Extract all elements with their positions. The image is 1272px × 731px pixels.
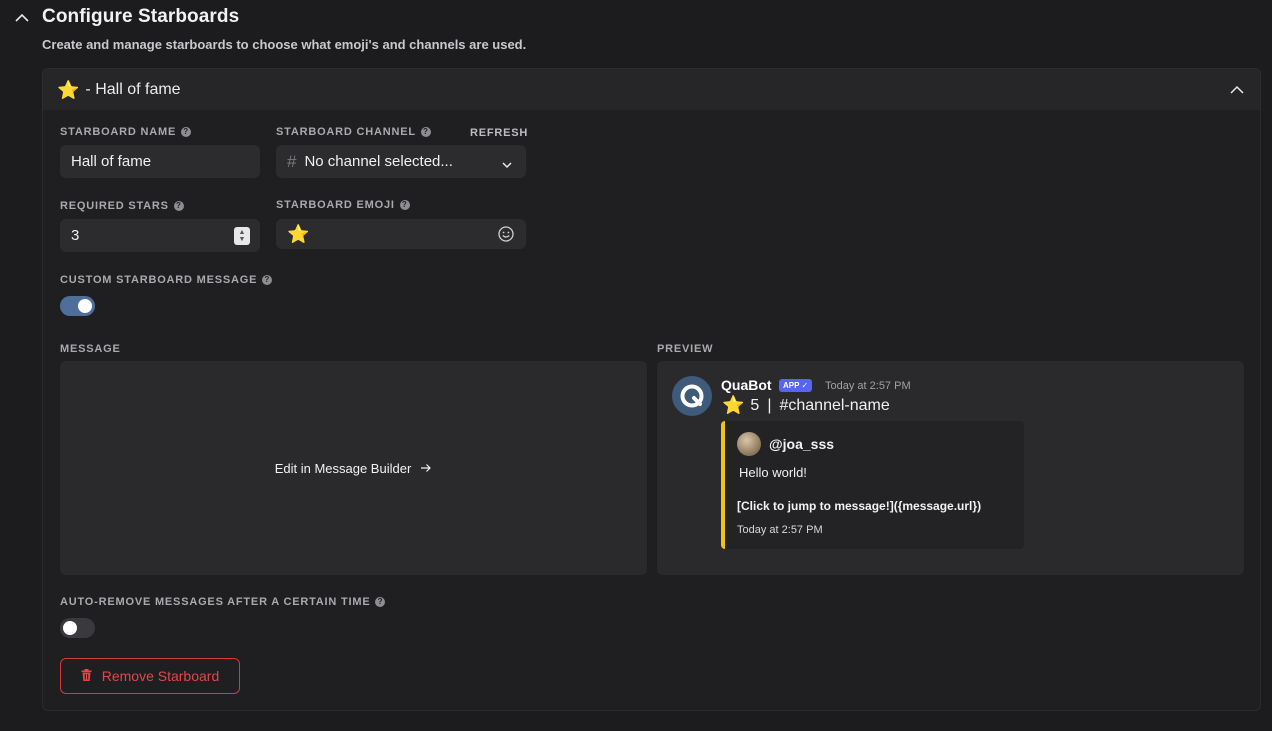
refresh-link[interactable]: REFRESH xyxy=(470,127,528,139)
number-stepper[interactable]: ▲ ▼ xyxy=(234,227,250,245)
edit-in-message-builder-link[interactable]: Edit in Message Builder xyxy=(275,461,433,476)
starboard-panel-header[interactable]: ⭐ - Hall of fame xyxy=(43,69,1260,110)
check-icon: ✓ xyxy=(801,381,809,390)
auto-remove-toggle[interactable] xyxy=(60,618,95,638)
star-emoji-icon: ⭐ xyxy=(722,395,745,415)
starboard-name-label: STARBOARD NAME ? xyxy=(60,126,192,138)
starboard-channel-label: STARBOARD CHANNEL ? xyxy=(276,126,431,138)
embed: @joa_sss Hello world! [Click to jump to … xyxy=(721,421,1024,549)
chevron-up-icon[interactable] xyxy=(12,7,32,27)
starboard-emoji-label: STARBOARD EMOJI ? xyxy=(276,199,410,211)
message-preview: QuaBot APP ✓ Today at 2:57 PM ⭐ 5 | #cha… xyxy=(657,361,1244,575)
page-subtitle: Create and manage starboards to choose w… xyxy=(42,37,527,52)
stepper-down-icon[interactable]: ▼ xyxy=(239,236,246,243)
auto-remove-label: AUTO-REMOVE MESSAGES AFTER A CERTAIN TIM… xyxy=(60,596,386,608)
star-emoji-icon: ⭐ xyxy=(287,223,310,244)
custom-message-toggle[interactable] xyxy=(60,296,95,316)
stepper-up-icon[interactable]: ▲ xyxy=(239,229,246,236)
preview-label: PREVIEW xyxy=(657,343,714,355)
author-avatar xyxy=(737,432,761,456)
bot-avatar xyxy=(672,376,712,416)
star-emoji-icon: ⭐ xyxy=(57,79,80,100)
embed-author: @joa_sss xyxy=(769,436,835,452)
star-count: 5 xyxy=(750,396,760,414)
message-builder-area[interactable]: Edit in Message Builder xyxy=(60,361,647,575)
embed-jump-link: [Click to jump to message!]({message.url… xyxy=(737,499,982,513)
help-icon[interactable]: ? xyxy=(375,597,386,607)
embed-description: Hello world! xyxy=(739,465,807,480)
help-icon[interactable]: ? xyxy=(420,127,431,137)
trash-icon xyxy=(81,668,92,684)
bot-name: QuaBot xyxy=(721,377,772,393)
app-badge: APP ✓ xyxy=(779,379,813,392)
hash-icon: # xyxy=(287,151,297,171)
help-icon[interactable]: ? xyxy=(262,275,273,285)
channel-mention: #channel-name xyxy=(779,396,890,414)
section-header[interactable]: Configure Starboards xyxy=(12,6,239,28)
arrow-right-icon xyxy=(420,461,432,476)
starboard-panel: ⭐ - Hall of fame STARBOARD NAME ? Hall o… xyxy=(42,68,1261,711)
message-label: MESSAGE xyxy=(60,343,121,355)
starboard-emoji-input[interactable]: ⭐ xyxy=(276,219,526,249)
separator: | xyxy=(767,396,772,414)
help-icon[interactable]: ? xyxy=(181,127,192,137)
starboard-channel-select[interactable]: # No channel selected... xyxy=(276,145,526,178)
starboard-title: - Hall of fame xyxy=(85,80,181,98)
chevron-down-icon xyxy=(502,156,512,173)
starboard-name-input[interactable]: Hall of fame xyxy=(60,145,260,178)
star-count-line: ⭐ 5 | #channel-name xyxy=(722,395,890,416)
chevron-up-icon[interactable] xyxy=(1228,81,1246,99)
required-stars-label: REQUIRED STARS ? xyxy=(60,200,184,212)
remove-starboard-button[interactable]: Remove Starboard xyxy=(60,658,240,694)
required-stars-input[interactable]: 3 ▲ ▼ xyxy=(60,219,260,252)
smiley-icon[interactable] xyxy=(498,226,514,246)
message-timestamp: Today at 2:57 PM xyxy=(825,380,911,392)
quabot-logo-icon xyxy=(680,384,704,408)
embed-footer: Today at 2:57 PM xyxy=(737,524,823,536)
help-icon[interactable]: ? xyxy=(399,200,410,210)
help-icon[interactable]: ? xyxy=(173,201,184,211)
page-title: Configure Starboards xyxy=(42,6,240,27)
custom-message-label: CUSTOM STARBOARD MESSAGE ? xyxy=(60,274,273,286)
